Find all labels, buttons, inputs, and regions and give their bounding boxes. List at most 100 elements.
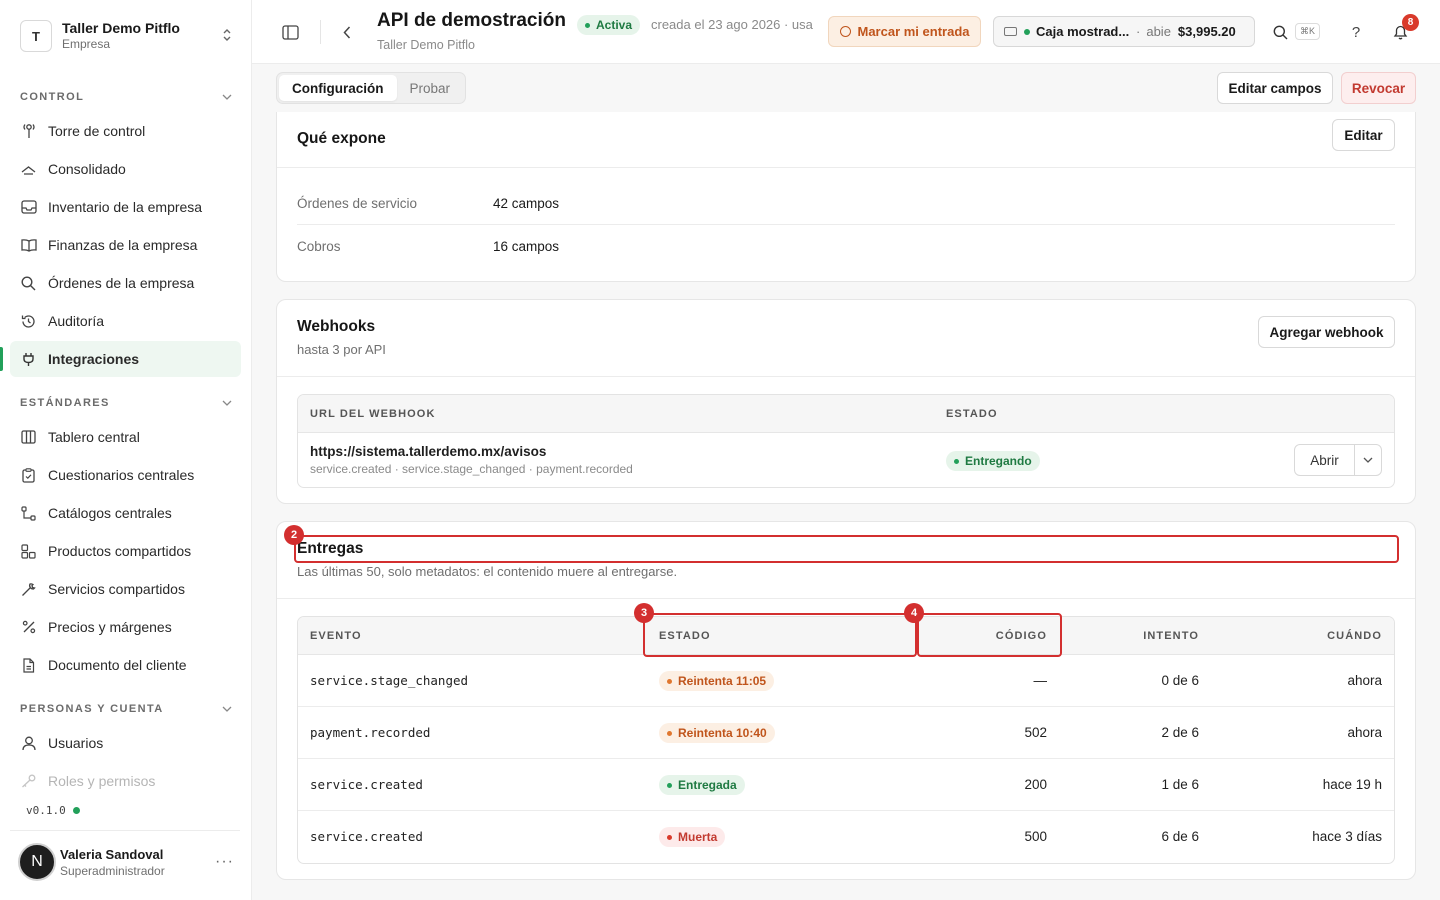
- table-row: https://sistema.tallerdemo.mx/avisos ser…: [298, 433, 1394, 487]
- revoke-button[interactable]: Revocar: [1341, 72, 1416, 104]
- history-icon: [20, 313, 37, 330]
- exposes-value: 16 campos: [493, 238, 560, 254]
- sidebar-item-label: Integraciones: [48, 351, 140, 367]
- sidebar-item-servicios[interactable]: Servicios compartidos: [10, 571, 241, 607]
- status-label: Muerta: [678, 830, 718, 844]
- page-title: API de demostración: [377, 10, 566, 31]
- sidebar-item-label: Roles y permisos: [48, 773, 156, 789]
- user-icon: [20, 735, 37, 752]
- sidebar-item-label: Tablero central: [48, 429, 140, 445]
- back-icon[interactable]: [333, 18, 361, 46]
- page-subtitle: Taller Demo Pitflo: [377, 38, 475, 52]
- status-badge: Reintenta 10:40: [659, 723, 775, 743]
- wrench-icon: [20, 581, 37, 598]
- chevron-down-icon: [222, 704, 232, 715]
- event-name: payment.recorded: [310, 725, 431, 740]
- delivery-time: ahora: [1347, 673, 1382, 688]
- sidebar-item-label: Cuestionarios centrales: [48, 467, 195, 483]
- attempt-count: 1 de 6: [1161, 777, 1199, 792]
- help-icon[interactable]: ?: [1342, 18, 1370, 46]
- sidebar-item-label: Órdenes de la empresa: [48, 275, 195, 291]
- delivery-time: hace 19 h: [1322, 777, 1382, 792]
- column-event: EVENTO: [310, 630, 362, 642]
- tab-probar[interactable]: Probar: [397, 75, 464, 101]
- sidebar-item-label: Auditoría: [48, 313, 105, 329]
- user-name: Valeria Sandoval: [60, 846, 164, 862]
- table-row[interactable]: payment.recorded Reintenta 10:40 502 2 d…: [298, 707, 1394, 759]
- book-icon: [20, 237, 37, 254]
- shortcut-hint: ⌘K: [1295, 23, 1320, 40]
- response-code: —: [1033, 673, 1048, 688]
- sidebar-item-usuarios[interactable]: Usuarios: [10, 725, 241, 761]
- chevron-down-icon[interactable]: [1355, 445, 1381, 475]
- webhooks-subtitle: hasta 3 por API: [297, 342, 386, 357]
- sidebar-item-cuestionarios[interactable]: Cuestionarios centrales: [10, 457, 241, 493]
- tower-icon: [20, 123, 37, 140]
- boxes-icon: [20, 543, 37, 560]
- sidebar-item-precios[interactable]: Precios y márgenes: [10, 609, 241, 645]
- event-name: service.created: [310, 777, 423, 792]
- attempt-count: 0 de 6: [1161, 673, 1199, 688]
- exposes-key: Cobros: [297, 238, 341, 254]
- avatar: N: [18, 843, 56, 881]
- webhook-url: https://sistema.tallerdemo.mx/avisos: [310, 444, 547, 459]
- sidebar-item-tablero[interactable]: Tablero central: [10, 419, 241, 455]
- org-name: Taller Demo Pitflo: [62, 20, 180, 36]
- table-header: URL DEL WEBHOOK ESTADO: [298, 395, 1394, 433]
- sidebar-item-consolidado[interactable]: Consolidado: [10, 151, 241, 187]
- org-switcher[interactable]: T Taller Demo Pitflo Empresa: [10, 12, 242, 60]
- section-control[interactable]: CONTROL: [20, 91, 232, 103]
- search-icon[interactable]: [1266, 18, 1294, 46]
- sidebar-item-integraciones[interactable]: Integraciones: [10, 341, 241, 377]
- divider: [320, 20, 321, 44]
- sidebar-item-catalogos[interactable]: Catálogos centrales: [10, 495, 241, 531]
- sidebar-toggle-icon[interactable]: [276, 18, 304, 46]
- edit-fields-button[interactable]: Editar campos: [1217, 72, 1333, 104]
- add-webhook-button[interactable]: Agregar webhook: [1258, 316, 1395, 348]
- table-row[interactable]: service.created Entregada 200 1 de 6 hac…: [298, 759, 1394, 811]
- tabs: Configuración Probar: [276, 72, 467, 104]
- section-personas[interactable]: PERSONAS Y CUENTA: [20, 703, 232, 715]
- status-dot: [1024, 28, 1030, 35]
- table-row[interactable]: service.created Muerta 500 6 de 6 hace 3…: [298, 811, 1394, 863]
- annotation-marker: 2: [284, 525, 304, 545]
- user-menu[interactable]: N Valeria Sandoval Superadministrador ··…: [18, 842, 240, 882]
- status-label: Entregada: [678, 778, 737, 792]
- sidebar-item-productos[interactable]: Productos compartidos: [10, 533, 241, 569]
- column-url: URL DEL WEBHOOK: [310, 408, 436, 420]
- tab-configuracion[interactable]: Configuración: [279, 75, 397, 101]
- divider: [277, 167, 1415, 168]
- section-label: ESTÁNDARES: [20, 397, 110, 409]
- section-estandares[interactable]: ESTÁNDARES: [20, 397, 232, 409]
- sidebar-item-label: Documento del cliente: [48, 657, 187, 673]
- status-dot: [585, 22, 590, 28]
- status-label: Entregando: [965, 454, 1032, 468]
- open-button[interactable]: Abrir: [1295, 445, 1355, 475]
- plug-icon: [20, 351, 37, 368]
- webhooks-card: Webhooks hasta 3 por API Agregar webhook…: [276, 299, 1416, 504]
- sidebar-item-roles[interactable]: Roles y permisos: [10, 763, 241, 799]
- status-label: Activa: [596, 18, 633, 32]
- status-dot: [954, 458, 959, 464]
- active-indicator: [0, 347, 3, 371]
- edit-exposes-button[interactable]: Editar: [1332, 119, 1395, 151]
- status-label: Reintenta 11:05: [678, 674, 767, 688]
- sidebar-item-ordenes[interactable]: Órdenes de la empresa: [10, 265, 241, 301]
- user-role: Superadministrador: [60, 863, 165, 878]
- sidebar-item-documento[interactable]: Documento del cliente: [10, 647, 241, 683]
- app-version: v0.1.0: [26, 804, 80, 817]
- mark-entry-button[interactable]: Marcar mi entrada: [828, 16, 981, 47]
- sidebar-item-torre-de-control[interactable]: Torre de control: [10, 113, 241, 149]
- deliveries-card: Entregas Las últimas 50, solo metadatos:…: [276, 521, 1416, 880]
- cashbox-selector[interactable]: Caja mostrad... · abie $3,995.20: [993, 16, 1255, 47]
- sidebar-item-label: Finanzas de la empresa: [48, 237, 198, 253]
- sidebar-item-auditoria[interactable]: Auditoría: [10, 303, 241, 339]
- status-dot: [72, 807, 80, 814]
- cashbox-amount: $3,995.20: [1177, 24, 1236, 39]
- document-icon: [20, 657, 37, 674]
- sidebar-item-finanzas[interactable]: Finanzas de la empresa: [10, 227, 241, 263]
- sidebar-item-inventario[interactable]: Inventario de la empresa: [10, 189, 241, 225]
- sidebar-item-label: Inventario de la empresa: [48, 199, 203, 215]
- table-row[interactable]: service.stage_changed Reintenta 11:05 — …: [298, 655, 1394, 707]
- more-icon[interactable]: ···: [215, 853, 234, 871]
